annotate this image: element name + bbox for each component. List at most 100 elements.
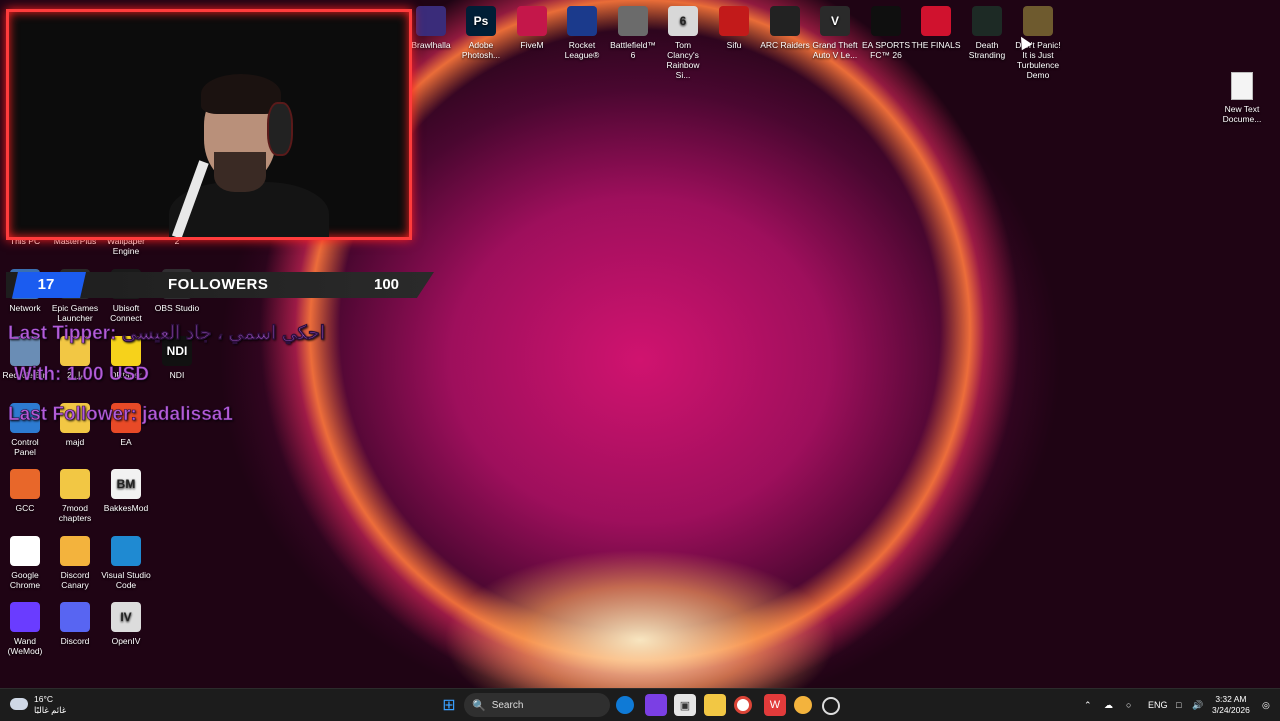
desktop-icon-label: Control Panel: [11, 437, 39, 457]
microphone-tray-button[interactable]: ○: [1126, 689, 1131, 721]
taskbar-search[interactable]: 🔍 Search: [464, 693, 610, 717]
chrome-button[interactable]: [734, 696, 752, 714]
desktop-icon-desktop_icons_top-8[interactable]: V Grand Theft Auto V Le...: [810, 6, 860, 60]
store-button[interactable]: ▣: [674, 694, 696, 716]
app-icon: [972, 6, 1002, 36]
desktop-icon-desktop_icons_left-16[interactable]: 7mood chapters: [50, 469, 100, 523]
desktop-icon-label: Grand Theft Auto V Le...: [812, 40, 858, 60]
desktop-icon-label: Google Chrome: [9, 570, 41, 590]
app-icon: [871, 6, 901, 36]
desktop-icon-desktop_icons_top-2[interactable]: FiveM: [507, 6, 557, 50]
desktop-icon-desktop_icons_left-18[interactable]: Google Chrome: [0, 536, 50, 590]
desktop-icon-label: majd: [65, 437, 85, 447]
desktop-icon-desktop_icons_left-15[interactable]: GCC: [0, 469, 50, 513]
desktop-icon-label: GCC: [15, 503, 35, 513]
desktop-icon-desktop_icons_top-5[interactable]: 6 Tom Clancy's Rainbow Si...: [658, 6, 708, 80]
app-icon: [618, 6, 648, 36]
app-icon: BM: [111, 469, 141, 499]
app-icon: [921, 6, 951, 36]
tray-overflow-button[interactable]: ⌃: [1084, 689, 1092, 721]
desktop-icon-new-text-document[interactable]: New Text Docume...: [1216, 72, 1268, 124]
app-icon: [60, 536, 90, 566]
desktop-icon-desktop_icons_left-22[interactable]: Discord: [50, 602, 100, 646]
copilot-button[interactable]: [645, 694, 667, 716]
desktop-icon-desktop_icons_top-9[interactable]: EA SPORTS FC™ 26: [861, 6, 911, 60]
desktop-icon-label: Wand (WeMod): [7, 636, 43, 656]
desktop-icon-label: Tom Clancy's Rainbow Si...: [666, 40, 700, 80]
app-icon: [60, 602, 90, 632]
desktop-icon-label: EA SPORTS FC™ 26: [861, 40, 911, 60]
desktop-icon-desktop_icons_top-1[interactable]: Ps Adobe Photosh...: [456, 6, 506, 60]
desktop-icon-label: Network: [9, 303, 41, 313]
app-icon: [60, 469, 90, 499]
desktop-icon-label: Discord: [60, 636, 90, 646]
search-label: Search: [491, 699, 524, 711]
app-icon: [567, 6, 597, 36]
app-icon: [517, 6, 547, 36]
app-icon: [111, 536, 141, 566]
weather-widget[interactable]: 16°C غائم غالبًا: [10, 694, 66, 716]
desktop-icon-label: FiveM: [520, 40, 544, 50]
desktop-icon-label: Rocket League®: [564, 40, 600, 60]
search-icon: 🔍: [472, 699, 486, 712]
app-icon: [10, 602, 40, 632]
desktop-icon-desktop_icons_top-3[interactable]: Rocket League®: [557, 6, 607, 60]
store-icon: ▣: [679, 699, 691, 712]
clock-date: 3/24/2026: [1212, 705, 1250, 715]
tip-amount-text: With: 1.00 USD: [14, 364, 150, 386]
desktop-icon-desktop_icons_left-17[interactable]: BM BakkesMod: [101, 469, 151, 513]
desktop-icon-desktop_icons_left-20[interactable]: Visual Studio Code: [101, 536, 151, 590]
text-document-icon: [1231, 72, 1253, 100]
desktop-icon-label: Epic Games Launcher: [51, 303, 99, 323]
file-explorer-button[interactable]: [704, 694, 726, 716]
followers-goal-count: 100: [374, 276, 400, 293]
last-tipper-text: Last Tipper: احكي اسمي ، جاد العيسى: [8, 323, 326, 345]
webcam-overlay: [6, 9, 412, 240]
followers-current-count: 17: [37, 276, 55, 293]
app-icon: IV: [111, 602, 141, 632]
notification-button[interactable]: ◎: [1262, 689, 1270, 721]
desktop-icon-desktop_icons_top-6[interactable]: Sifu: [709, 6, 759, 50]
desktop-icon-label: THE FINALS: [911, 40, 961, 50]
wemod-button[interactable]: W: [764, 694, 786, 716]
desktop-icon-label: OpenIV: [111, 636, 141, 646]
bell-icon: ◎: [1262, 699, 1270, 710]
app-icon: [719, 6, 749, 36]
volume-button[interactable]: 🔊: [1192, 689, 1203, 721]
network-button[interactable]: □: [1176, 689, 1181, 721]
desktop-icon-desktop_icons_top-0[interactable]: Brawlhalla: [406, 6, 456, 50]
app-icon: V: [820, 6, 850, 36]
desktop-icon-desktop_icons_top-4[interactable]: Battlefield™ 6: [608, 6, 658, 60]
desktop-icon-label: OBS Studio: [154, 303, 200, 313]
desktop-icon-desktop_icons_left-21[interactable]: Wand (WeMod): [0, 602, 50, 656]
onedrive-icon: ☁: [1104, 699, 1113, 710]
desktop-icon-label: Adobe Photosh...: [461, 40, 501, 60]
desktop-icon-label: ARC Raiders: [760, 40, 810, 50]
desktop-icon-label: EA: [120, 437, 132, 447]
desktop-icon-desktop_icons_left-19[interactable]: Discord Canary: [50, 536, 100, 590]
clock[interactable]: 3:32 AM 3/24/2026: [1212, 694, 1250, 716]
edge-button[interactable]: [616, 696, 634, 714]
app-icon: 6: [668, 6, 698, 36]
desktop-icon-label: NDI: [169, 370, 185, 380]
desktop-icon-desktop_icons_top-11[interactable]: Death Stranding: [962, 6, 1012, 60]
app-icon: [10, 536, 40, 566]
start-button[interactable]: ⊞: [438, 694, 460, 716]
speaker-icon: 🔊: [1192, 699, 1204, 710]
obs-button[interactable]: [822, 697, 840, 715]
discord-canary-button[interactable]: [794, 696, 812, 714]
w-icon: W: [769, 699, 781, 711]
desktop-icon-label: Discord Canary: [60, 570, 90, 590]
taskbar: 16°C غائم غالبًا ⊞ 🔍 Search ▣ W ⌃ ☁ ○ EN…: [0, 688, 1280, 721]
desktop-icon-desktop_icons_left-23[interactable]: IV OpenIV: [101, 602, 151, 646]
followers-label: FOLLOWERS: [168, 276, 269, 293]
last-follower-text: Last Follower: jadalissa1: [8, 404, 234, 426]
headset-icon: [267, 102, 293, 156]
onedrive-button[interactable]: ☁: [1104, 689, 1113, 721]
desktop-icon-desktop_icons_top-10[interactable]: THE FINALS: [911, 6, 961, 50]
language-indicator[interactable]: ENG: [1148, 689, 1168, 721]
followers-goal-widget: 17 FOLLOWERS 100: [6, 272, 434, 298]
app-icon: [10, 469, 40, 499]
app-icon: [416, 6, 446, 36]
desktop-icon-desktop_icons_top-7[interactable]: ARC Raiders: [760, 6, 810, 50]
